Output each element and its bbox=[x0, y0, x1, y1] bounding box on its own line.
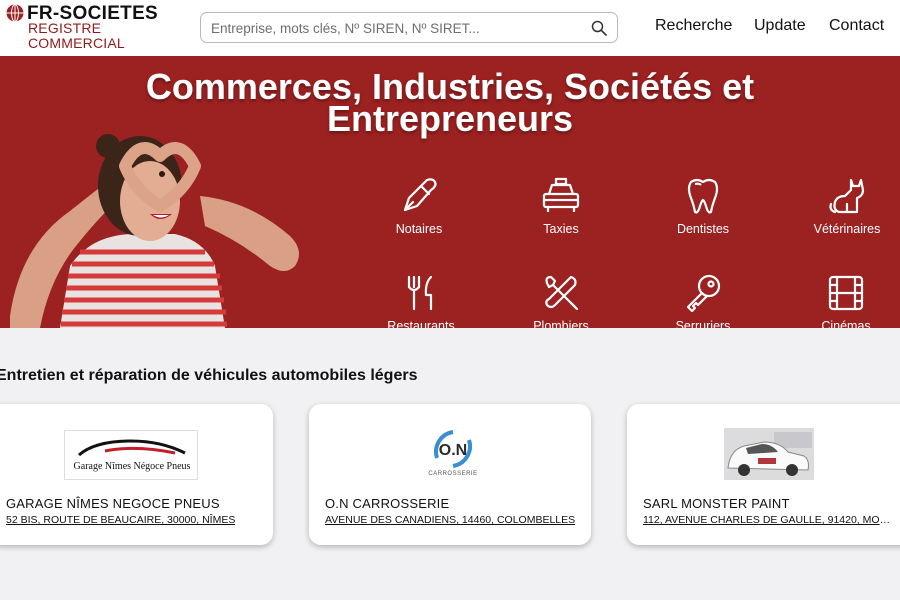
fork-knife-icon bbox=[407, 275, 433, 311]
company-address[interactable]: 52 BIS, ROUTE DE BEAUCAIRE, 30000, NÎMES bbox=[6, 514, 235, 526]
category-label: Taxies bbox=[543, 222, 579, 236]
category-label: Serruriers bbox=[675, 319, 731, 328]
hero-banner: Commerces, Industries, Sociétés et Entre… bbox=[0, 56, 900, 328]
section-title: Entretien et réparation de véhicules aut… bbox=[0, 367, 418, 384]
nav-update[interactable]: Update bbox=[754, 17, 806, 35]
logo-subtitle-line2: COMMERCIAL bbox=[28, 35, 125, 51]
category-veterinaires[interactable]: Vétérinaires bbox=[792, 176, 900, 256]
site-logo[interactable]: FR-SOCIETES REGISTRE COMMERCIAL bbox=[6, 3, 186, 52]
company-photo bbox=[724, 428, 814, 480]
company-card[interactable]: SARL MONSTER PAINT 112, AVENUE CHARLES D… bbox=[627, 404, 900, 545]
category-label: Dentistes bbox=[676, 222, 730, 236]
company-name: GARAGE NÎMES NEGOCE PNEUS bbox=[6, 496, 220, 511]
car-silhouette-icon bbox=[78, 439, 186, 457]
category-label: Vétérinaires bbox=[813, 222, 881, 236]
search-input[interactable] bbox=[211, 18, 581, 38]
search-icon[interactable] bbox=[591, 20, 607, 36]
nav-contact[interactable]: Contact bbox=[829, 17, 884, 35]
woman-heart-hands-photo bbox=[10, 134, 299, 328]
fountain-pen-icon bbox=[403, 178, 437, 212]
taxi-icon bbox=[542, 177, 580, 212]
category-label: Restaurants bbox=[387, 319, 455, 328]
category-cinemas[interactable]: Cinémas bbox=[791, 273, 900, 328]
category-restaurants[interactable]: Restaurants bbox=[366, 273, 476, 328]
site-header: FR-SOCIETES REGISTRE COMMERCIAL Recherch… bbox=[0, 0, 900, 56]
logo-text: O.N bbox=[438, 442, 468, 459]
category-serruriers[interactable]: Serruriers bbox=[648, 273, 758, 328]
nav-recherche[interactable]: Recherche bbox=[655, 17, 732, 35]
company-card[interactable]: O.N CARROSSERIE O.N CARROSSERIE AVENUE D… bbox=[309, 404, 591, 545]
white-car-photo bbox=[724, 428, 814, 480]
company-logo: O.N CARROSSERIE bbox=[425, 428, 481, 480]
category-notaires[interactable]: Notaires bbox=[364, 176, 474, 256]
company-logo: Garage Nîmes Négoce Pneus bbox=[64, 430, 198, 480]
company-card[interactable]: Garage Nîmes Négoce Pneus GARAGE NÎMES N… bbox=[0, 404, 273, 545]
key-icon bbox=[686, 274, 721, 313]
category-taxies[interactable]: Taxies bbox=[506, 176, 616, 256]
category-label: Cinémas bbox=[821, 319, 871, 328]
category-label: Plombiers bbox=[533, 319, 589, 328]
tooth-icon bbox=[687, 178, 719, 214]
company-address[interactable]: AVENUE DES CANADIENS, 14460, COLOMBELLES bbox=[325, 514, 575, 526]
company-name: O.N CARROSSERIE bbox=[325, 496, 450, 511]
logo-subtext: CARROSSERIE bbox=[428, 471, 478, 477]
category-label: Notaires bbox=[395, 222, 443, 236]
company-address[interactable]: 112, AVENUE CHARLES DE GAULLE, 91420, MO… bbox=[643, 514, 895, 526]
company-name: SARL MONSTER PAINT bbox=[643, 496, 790, 511]
logo-text: Garage Nîmes Négoce Pneus bbox=[73, 461, 191, 472]
tools-icon bbox=[545, 275, 579, 311]
category-dentistes[interactable]: Dentistes bbox=[648, 176, 758, 256]
cat-icon bbox=[829, 178, 865, 214]
search-bar bbox=[200, 12, 618, 43]
category-plombiers[interactable]: Plombiers bbox=[506, 273, 616, 328]
globe-icon bbox=[6, 4, 24, 22]
logo-subtitle-line1: REGISTRE bbox=[28, 20, 102, 36]
film-icon bbox=[828, 275, 864, 311]
